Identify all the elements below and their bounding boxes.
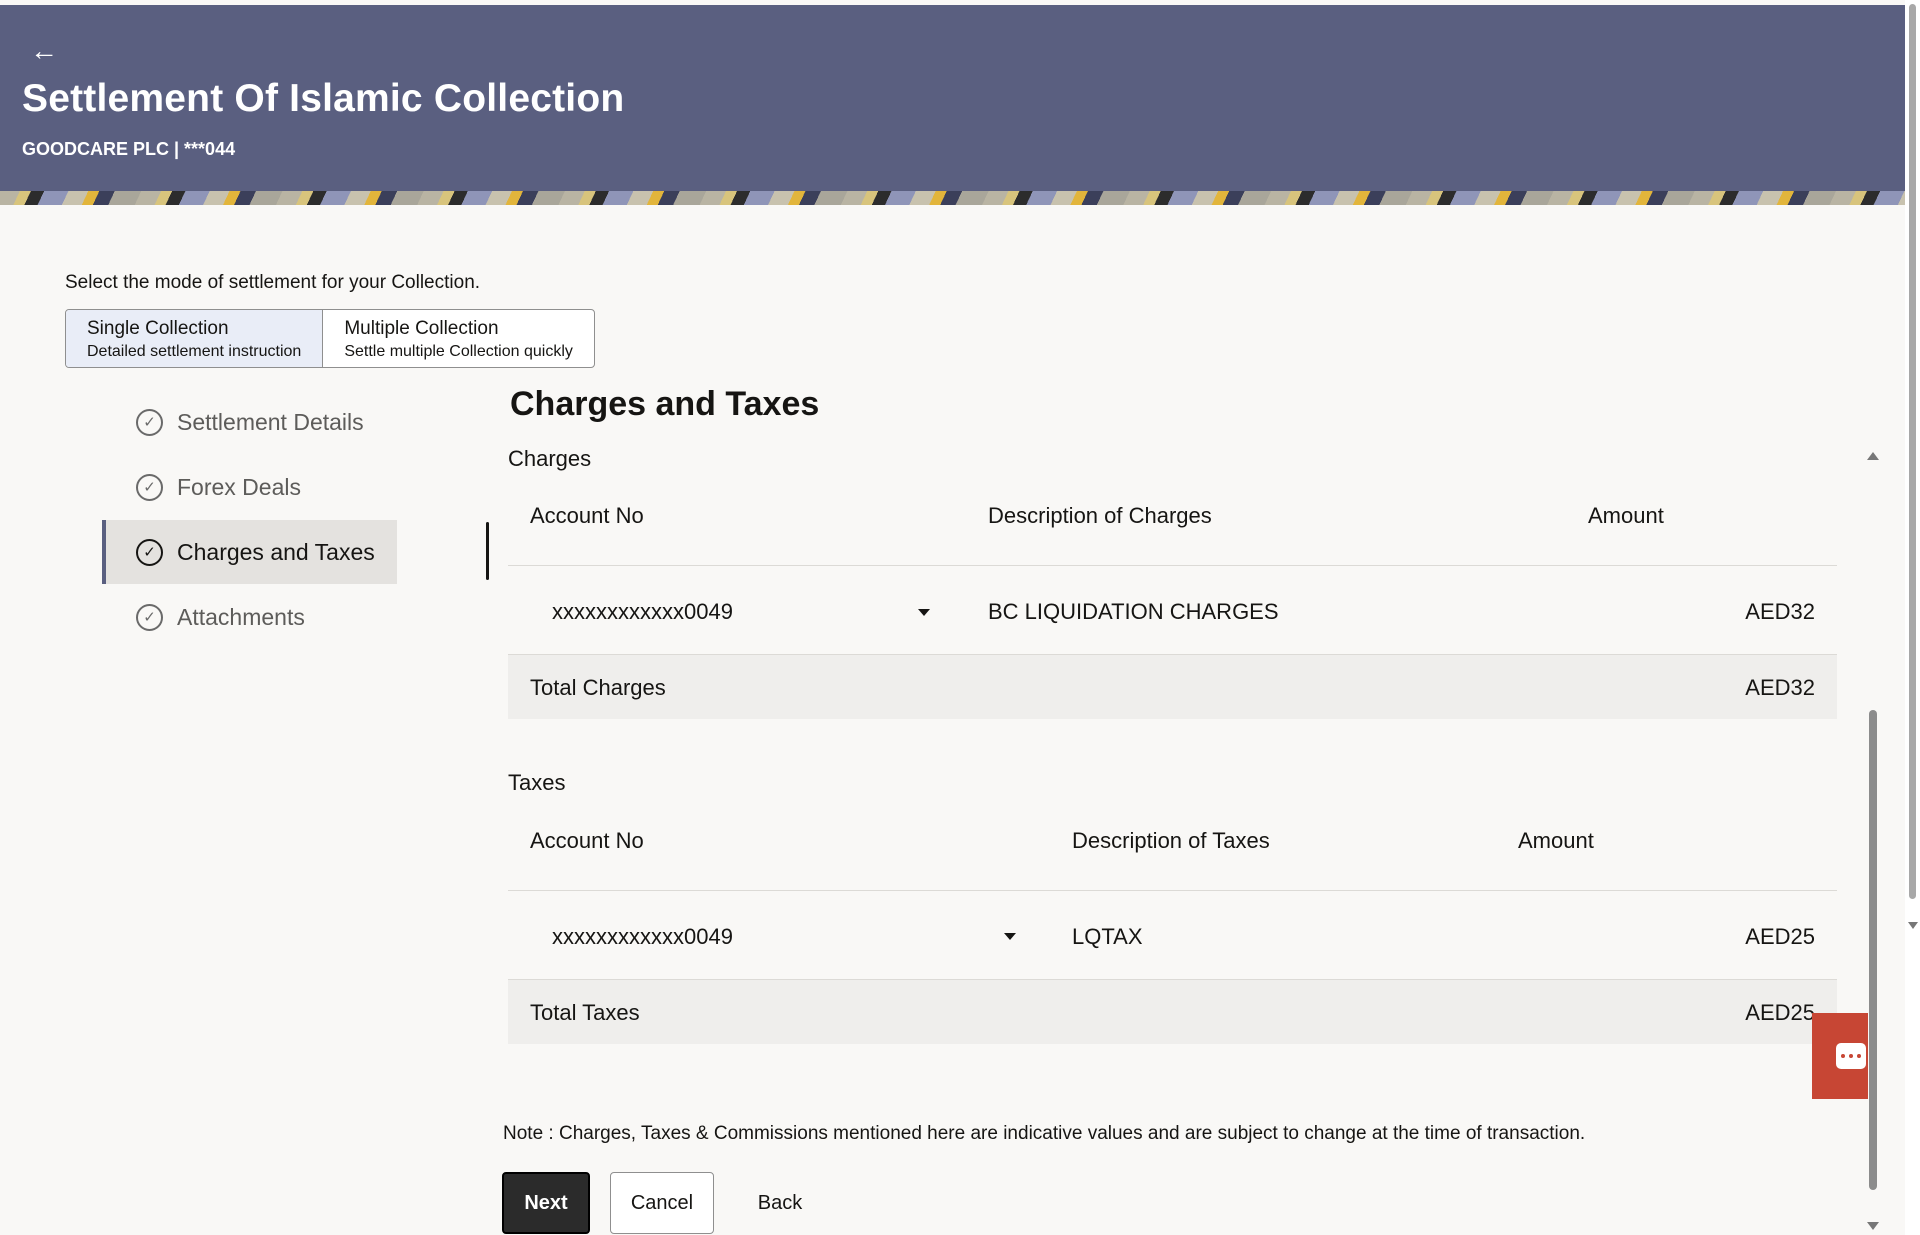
mode-option-description: Detailed settlement instruction — [87, 343, 302, 360]
total-taxes-row: Total Taxes AED25 — [508, 980, 1837, 1044]
arrow-left-icon[interactable]: ← — [30, 37, 58, 65]
total-charges-label: Total Charges — [530, 675, 666, 700]
taxes-table-header: Account No Description of Taxes Amount — [508, 788, 1837, 891]
back-button[interactable]: Back — [735, 1172, 825, 1234]
column-header-description: Description of Taxes — [1072, 828, 1270, 853]
charge-description: BC LIQUIDATION CHARGES — [988, 599, 1279, 624]
party-account-subtitle: GOODCARE PLC | ***044 — [22, 139, 236, 159]
step-label: Forex Deals — [177, 473, 301, 500]
chevron-down-icon — [918, 609, 930, 616]
scroll-down-arrow-icon[interactable] — [1867, 1222, 1879, 1230]
taxes-account-dropdown[interactable]: xxxxxxxxxxxx0049 — [530, 909, 1030, 965]
mode-option-title: Single Collection — [87, 318, 229, 339]
table-row: xxxxxxxxxxxx0049 BC LIQUIDATION CHARGES … — [508, 566, 1837, 655]
account-number: xxxxxxxxxxxx0049 — [552, 599, 733, 624]
column-header-description: Description of Charges — [988, 503, 1212, 528]
step-attachments[interactable]: ✓ Attachments — [102, 585, 397, 649]
mode-option-title: Multiple Collection — [344, 318, 499, 339]
section-title: Charges and Taxes — [510, 385, 820, 423]
settlement-mode-toggle: Single Collection Detailed settlement in… — [65, 309, 595, 368]
active-step-indicator — [486, 522, 489, 580]
content-scrollbar-thumb[interactable] — [1869, 710, 1877, 1190]
chat-button[interactable] — [1812, 1013, 1868, 1099]
scroll-down-arrow-icon[interactable] — [1908, 922, 1918, 929]
chevron-down-icon — [1004, 933, 1016, 940]
check-circle-icon: ✓ — [136, 538, 163, 566]
mode-option-description: Settle multiple Collection quickly — [344, 343, 573, 360]
step-label: Charges and Taxes — [177, 538, 375, 565]
total-taxes-label: Total Taxes — [530, 1000, 640, 1025]
check-circle-icon: ✓ — [136, 473, 163, 501]
total-taxes-value: AED25 — [1745, 1000, 1815, 1025]
page-scrollbar[interactable] — [1905, 0, 1920, 1235]
page-scrollbar-thumb[interactable] — [1909, 4, 1916, 899]
page: ← Settlement Of Islamic Collection GOODC… — [0, 0, 1920, 1235]
cancel-button[interactable]: Cancel — [610, 1172, 714, 1234]
tax-amount: AED25 — [1745, 924, 1815, 949]
check-circle-icon: ✓ — [136, 603, 163, 631]
step-navigation: ✓ Settlement Details ✓ Forex Deals ✓ Cha… — [102, 390, 397, 650]
column-header-amount: Amount — [1518, 828, 1594, 853]
step-label: Attachments — [177, 603, 305, 630]
column-header-amount: Amount — [1588, 503, 1664, 528]
column-header-account-no: Account No — [530, 503, 644, 528]
mode-option-multiple-collection[interactable]: Multiple Collection Settle multiple Coll… — [323, 310, 594, 367]
table-row: xxxxxxxxxxxx0049 LQTAX AED25 — [508, 891, 1837, 980]
total-charges-value: AED32 — [1745, 675, 1815, 700]
page-header: ← Settlement Of Islamic Collection GOODC… — [0, 5, 1905, 205]
mode-option-single-collection[interactable]: Single Collection Detailed settlement in… — [66, 310, 324, 367]
column-header-account-no: Account No — [530, 828, 644, 853]
settlement-mode-instruction: Select the mode of settlement for your C… — [65, 272, 481, 293]
chat-bubble-icon — [1836, 1043, 1866, 1069]
page-title: Settlement Of Islamic Collection — [22, 77, 625, 120]
total-charges-row: Total Charges AED32 — [508, 655, 1837, 719]
taxes-table: Account No Description of Taxes Amount x… — [508, 788, 1837, 1044]
charge-amount: AED32 — [1745, 599, 1815, 624]
tax-description: LQTAX — [1072, 924, 1143, 949]
account-number: xxxxxxxxxxxx0049 — [552, 924, 733, 949]
charges-disclaimer-note: Note : Charges, Taxes & Commissions ment… — [503, 1123, 1586, 1144]
charges-account-dropdown[interactable]: xxxxxxxxxxxx0049 — [530, 584, 950, 640]
step-settlement-details[interactable]: ✓ Settlement Details — [102, 390, 397, 454]
header-decorative-pattern — [0, 191, 1905, 205]
step-charges-and-taxes[interactable]: ✓ Charges and Taxes — [102, 520, 397, 584]
charges-table-header: Account No Description of Charges Amount — [508, 463, 1837, 566]
next-button[interactable]: Next — [502, 1172, 590, 1234]
check-circle-icon: ✓ — [136, 408, 163, 436]
step-forex-deals[interactable]: ✓ Forex Deals — [102, 455, 397, 519]
scroll-up-arrow-icon[interactable] — [1867, 452, 1879, 460]
charges-table: Account No Description of Charges Amount… — [508, 463, 1837, 719]
step-label: Settlement Details — [177, 408, 364, 435]
